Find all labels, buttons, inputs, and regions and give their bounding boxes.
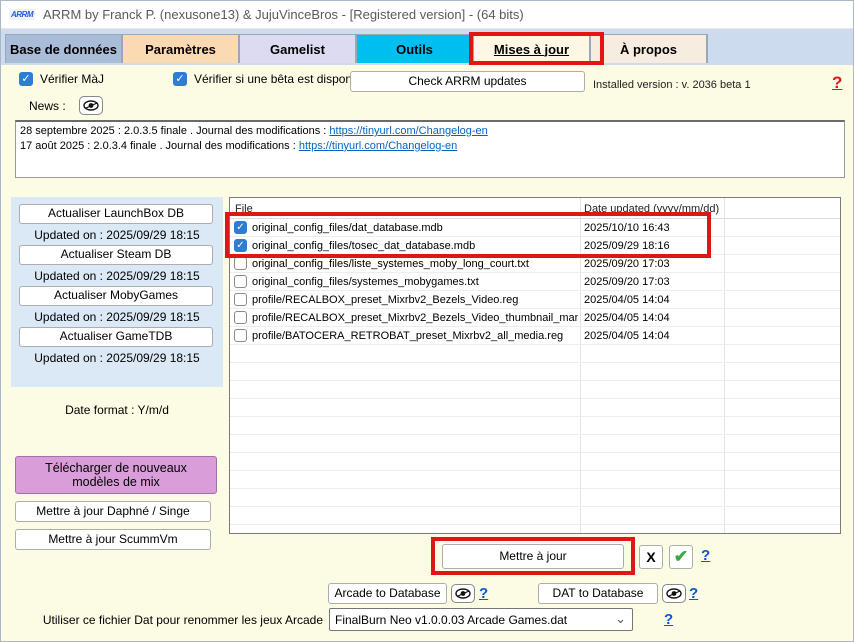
dat-help-link[interactable]: ?	[689, 585, 698, 602]
verify-maj-checkbox-row[interactable]: Vérifier MàJ	[19, 72, 104, 86]
empty-row	[230, 435, 840, 453]
arrm-window: ARRM ARRM by Franck P. (nexusone13) & Ju…	[0, 0, 854, 642]
actualiser-steam-button[interactable]: Actualiser Steam DB	[19, 245, 213, 265]
green-check-icon: ✔	[674, 547, 688, 567]
table-row[interactable]: original_config_files/tosec_dat_database…	[230, 237, 840, 255]
deselect-all-button[interactable]: X	[639, 545, 663, 569]
update-scummvm-button[interactable]: Mettre à jour ScummVm	[15, 529, 211, 550]
update-help-link[interactable]: ?	[701, 547, 710, 564]
select-all-button[interactable]: ✔	[669, 545, 693, 569]
verify-beta-label: Vérifier si une bêta est disponible	[194, 72, 371, 86]
table-row[interactable]: original_config_files/systemes_mobygames…	[230, 273, 840, 291]
verify-maj-checkbox[interactable]	[19, 72, 33, 86]
news-label: News :	[29, 99, 66, 113]
app-logo-icon: ARRM	[9, 9, 35, 20]
steam-updated-label: Updated on : 2025/09/29 18:15	[11, 269, 223, 283]
installed-version-label: Installed version : v. 2036 beta 1	[593, 79, 751, 91]
tab-strip: Base de données Paramètres Gamelist Outi…	[1, 29, 854, 65]
table-row[interactable]: profile/BATOCERA_RETROBAT_preset_Mixrbv2…	[230, 327, 840, 345]
arcade-eye-button[interactable]	[451, 584, 475, 603]
arcade-help-link[interactable]: ?	[479, 585, 488, 602]
dat-file-label: Utiliser ce fichier Dat pour renommer le…	[1, 613, 323, 627]
dat-file-selected-value: FinalBurn Neo v1.0.0.03 Arcade Games.dat	[335, 613, 567, 627]
combo-help-link[interactable]: ?	[664, 611, 673, 628]
row-checkbox[interactable]	[234, 221, 247, 234]
row-checkbox[interactable]	[234, 275, 247, 288]
table-row[interactable]: profile/RECALBOX_preset_Mixrbv2_Bezels_V…	[230, 291, 840, 309]
table-header: File Date updated (yyyy/mm/dd)	[230, 198, 840, 219]
launchbox-updated-label: Updated on : 2025/09/29 18:15	[11, 228, 223, 242]
row-checkbox[interactable]	[234, 257, 247, 270]
tab-parametres[interactable]: Paramètres	[122, 34, 239, 63]
tab-base-de-donnees[interactable]: Base de données	[5, 34, 122, 63]
empty-row	[230, 471, 840, 489]
table-row[interactable]: original_config_files/dat_database.mdb 2…	[230, 219, 840, 237]
verify-beta-checkbox-row[interactable]: Vérifier si une bêta est disponible	[173, 72, 371, 86]
row-checkbox[interactable]	[234, 239, 247, 252]
file-column-header: File	[235, 203, 253, 215]
eye-icon	[83, 100, 99, 111]
row-checkbox[interactable]	[234, 329, 247, 342]
news-line: 17 août 2025 : 2.0.3.4 finale . Journal …	[20, 139, 840, 154]
empty-row	[230, 345, 840, 363]
empty-row	[230, 381, 840, 399]
empty-row	[230, 489, 840, 507]
gametdb-updated-label: Updated on : 2025/09/29 18:15	[11, 351, 223, 365]
question-mark-icon: ?	[832, 73, 842, 92]
verify-beta-checkbox[interactable]	[173, 72, 187, 86]
update-files-table[interactable]: File Date updated (yyyy/mm/dd) original_…	[229, 197, 841, 534]
news-eye-button[interactable]	[79, 96, 103, 115]
news-textbox[interactable]: 28 septembre 2025 : 2.0.3.5 finale . Jou…	[15, 120, 845, 178]
tab-outils[interactable]: Outils	[356, 34, 473, 63]
actualiser-gametdb-button[interactable]: Actualiser GameTDB	[19, 327, 213, 347]
check-arrm-updates-button[interactable]: Check ARRM updates	[350, 71, 585, 92]
chevron-down-icon: ⌄	[615, 611, 626, 627]
empty-row	[230, 417, 840, 435]
window-title: ARRM by Franck P. (nexusone13) & JujuVin…	[43, 7, 524, 22]
eye-icon	[455, 588, 471, 599]
date-column-header: Date updated (yyyy/mm/dd)	[584, 203, 719, 215]
eye-icon	[666, 588, 682, 599]
empty-row	[230, 453, 840, 471]
changelog-link[interactable]: https://tinyurl.com/Changelog-en	[299, 140, 457, 152]
actualiser-launchbox-button[interactable]: Actualiser LaunchBox DB	[19, 204, 213, 224]
row-checkbox[interactable]	[234, 293, 247, 306]
verify-maj-label: Vérifier MàJ	[40, 72, 104, 86]
tab-mises-a-jour[interactable]: Mises à jour	[473, 34, 590, 63]
title-bar: ARRM ARRM by Franck P. (nexusone13) & Ju…	[1, 1, 854, 29]
date-format-label: Date format : Y/m/d	[11, 403, 223, 417]
actualiser-mobygames-button[interactable]: Actualiser MobyGames	[19, 286, 213, 306]
empty-row	[230, 507, 840, 525]
mobygames-updated-label: Updated on : 2025/09/29 18:15	[11, 310, 223, 324]
table-row[interactable]: profile/RECALBOX_preset_Mixrbv2_Bezels_V…	[230, 309, 840, 327]
news-line: 28 septembre 2025 : 2.0.3.5 finale . Jou…	[20, 124, 840, 139]
arcade-to-database-button[interactable]: Arcade to Database	[328, 583, 447, 604]
tab-a-propos[interactable]: À propos	[590, 34, 707, 63]
empty-row	[230, 363, 840, 381]
dat-eye-button[interactable]	[662, 584, 686, 603]
row-checkbox[interactable]	[234, 311, 247, 324]
empty-row	[230, 399, 840, 417]
download-mix-models-button[interactable]: Télécharger de nouveaux modèles de mix	[15, 456, 217, 494]
table-row[interactable]: original_config_files/liste_systemes_mob…	[230, 255, 840, 273]
top-help-link[interactable]: ?	[832, 73, 842, 93]
tab-gamelist[interactable]: Gamelist	[239, 34, 356, 63]
tabstrip-divider	[707, 34, 708, 63]
changelog-link[interactable]: https://tinyurl.com/Changelog-en	[329, 125, 487, 137]
mettre-a-jour-button[interactable]: Mettre à jour	[442, 544, 624, 569]
dat-file-combobox[interactable]: FinalBurn Neo v1.0.0.03 Arcade Games.dat…	[329, 608, 633, 631]
dat-to-database-button[interactable]: DAT to Database	[538, 583, 658, 604]
update-daphne-button[interactable]: Mettre à jour Daphné / Singe	[15, 501, 211, 522]
